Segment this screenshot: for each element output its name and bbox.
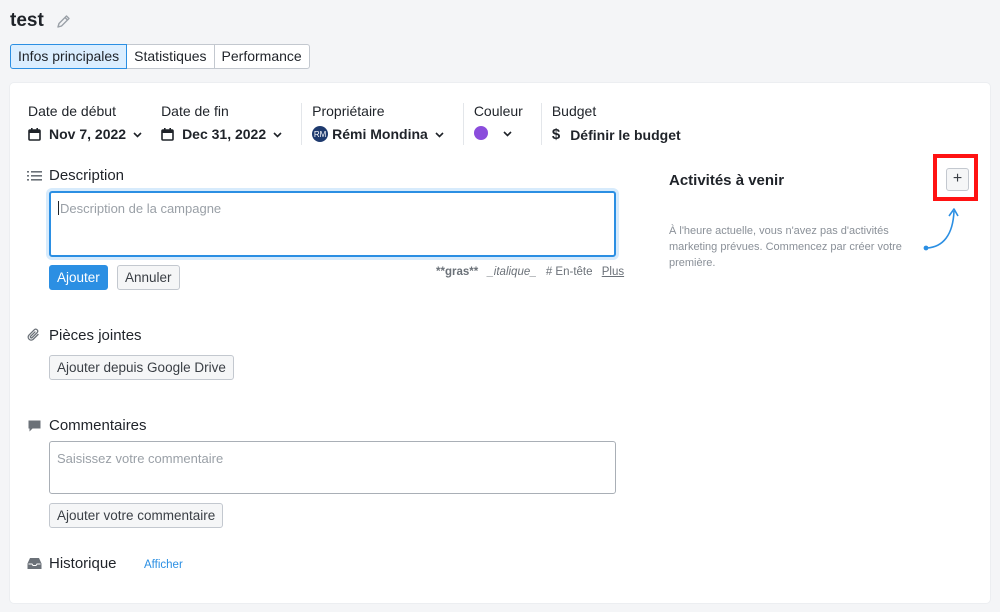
end-date-value: Dec 31, 2022 — [182, 126, 267, 142]
avatar: RM — [312, 126, 329, 142]
end-date-picker[interactable]: Dec 31, 2022 — [161, 126, 283, 142]
list-icon — [27, 170, 43, 182]
set-budget-button[interactable]: $ Définir le budget — [552, 126, 681, 143]
calendar-icon — [161, 127, 174, 141]
end-date-label: Date de fin — [161, 103, 229, 119]
format-hints: **gras** _italique_ # En-tête Plus — [430, 266, 624, 278]
main-card: Date de début Nov 7, 2022 Date de fin De… — [10, 83, 990, 603]
show-history-link[interactable]: Afficher — [144, 559, 183, 571]
activities-empty-text: À l'heure actuelle, vous n'avez pas d'ac… — [669, 225, 902, 269]
budget-label: Budget — [551, 103, 597, 119]
hint-italic: _italique_ — [487, 266, 537, 278]
budget-block: Budget $ Définir le budget — [540, 103, 699, 145]
color-label: Couleur — [473, 103, 523, 119]
inbox-icon — [27, 557, 43, 570]
chevron-down-icon — [132, 129, 143, 140]
description-header: Description — [27, 167, 124, 184]
page-title: test — [10, 10, 44, 31]
end-date-block: Date de fin Dec 31, 2022 — [161, 103, 301, 145]
history-header: Historique — [27, 555, 117, 572]
tab-performance[interactable]: Performance — [213, 44, 310, 69]
owner-picker[interactable]: RM Rémi Mondina — [312, 126, 445, 142]
attachments-title: Pièces jointes — [49, 327, 142, 344]
add-description-button[interactable]: Ajouter — [49, 265, 108, 290]
comment-icon — [27, 419, 43, 433]
more-formatting-link[interactable]: Plus — [602, 266, 624, 278]
hint-heading: # En-tête — [545, 266, 593, 278]
chevron-down-icon — [272, 129, 283, 140]
start-date-picker[interactable]: Nov 7, 2022 — [28, 126, 143, 142]
calendar-icon — [28, 127, 41, 141]
history-title: Historique — [49, 555, 117, 572]
google-drive-button[interactable]: Ajouter depuis Google Drive — [49, 355, 234, 380]
add-activity-button[interactable]: + — [946, 168, 969, 191]
owner-block: Propriétaire RM Rémi Mondina — [301, 103, 463, 145]
tab-statistiques[interactable]: Statistiques — [126, 44, 215, 69]
description-input[interactable]: Description de la campagne — [49, 191, 616, 257]
add-comment-button[interactable]: Ajouter votre commentaire — [49, 503, 224, 528]
curved-arrow-icon — [923, 208, 959, 251]
comment-input[interactable]: Saisissez votre commentaire — [49, 441, 616, 494]
activities-title: Activités à venir — [669, 172, 785, 189]
paperclip-icon — [27, 328, 43, 343]
attachments-header: Pièces jointes — [27, 327, 142, 344]
comments-header: Commentaires — [27, 417, 147, 434]
tab-infos-principales[interactable]: Infos principales — [10, 44, 128, 69]
page-header: test — [10, 10, 72, 32]
color-block: Couleur — [462, 103, 541, 145]
owner-label: Propriétaire — [312, 103, 385, 119]
dollar-icon: $ — [551, 126, 561, 143]
chevron-down-icon — [502, 128, 513, 139]
tab-bar: Infos principales Statistiques Performan… — [10, 44, 310, 69]
start-date-label: Date de début — [28, 103, 116, 119]
campaign-meta: Date de début Nov 7, 2022 Date de fin De… — [28, 103, 699, 145]
start-date-value: Nov 7, 2022 — [49, 126, 127, 142]
comments-title: Commentaires — [49, 417, 147, 434]
owner-value: Rémi Mondina — [332, 126, 428, 142]
description-title: Description — [49, 167, 125, 184]
start-date-block: Date de début Nov 7, 2022 — [28, 103, 161, 145]
hint-bold: **gras** — [436, 266, 479, 278]
chevron-down-icon — [434, 129, 445, 140]
color-picker[interactable] — [473, 126, 523, 140]
color-swatch — [473, 126, 488, 140]
budget-value: Définir le budget — [570, 126, 681, 143]
cancel-description-button[interactable]: Annuler — [117, 265, 180, 290]
pencil-icon[interactable] — [56, 13, 72, 29]
highlight-box: + — [933, 154, 978, 201]
